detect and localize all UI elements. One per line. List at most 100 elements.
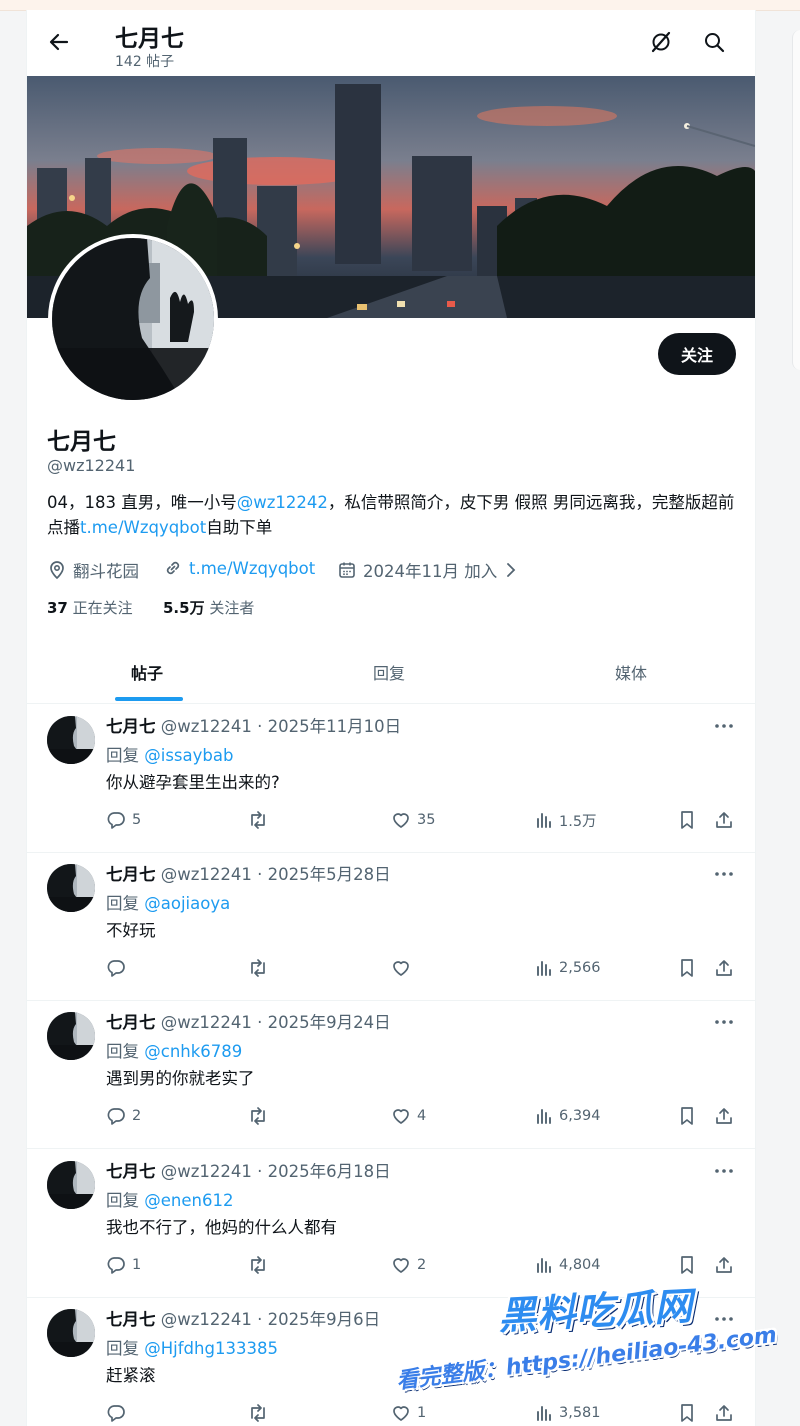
retweet-button[interactable] xyxy=(247,1402,275,1424)
tweet-author-name[interactable]: 七月七 xyxy=(106,1310,156,1329)
like-heart-icon xyxy=(393,1258,409,1273)
follow-button[interactable]: 关注 xyxy=(658,333,736,375)
reply-to-mention[interactable]: @issaybab xyxy=(144,746,233,765)
tweet-avatar[interactable] xyxy=(47,1161,95,1209)
tweet-handle-date[interactable]: @wz12241 · 2025年11月10日 xyxy=(161,717,401,736)
views-chart-icon xyxy=(537,1109,551,1124)
profile-tabs: 帖子 回复 媒体 xyxy=(27,640,755,704)
reply-to-mention[interactable]: @cnhk6789 xyxy=(144,1042,242,1061)
bookmark-button[interactable] xyxy=(678,957,702,979)
following-stat[interactable]: 37 正在关注 xyxy=(47,597,133,618)
retweet-icon xyxy=(251,1404,265,1422)
reply-button[interactable]: 5 xyxy=(106,809,141,831)
views-chart-icon xyxy=(537,1258,551,1273)
tweet-avatar[interactable] xyxy=(47,716,95,764)
reply-to-mention[interactable]: @enen612 xyxy=(144,1191,233,1210)
more-options-icon[interactable] xyxy=(713,718,735,732)
reply-button[interactable] xyxy=(106,957,132,979)
search-icon[interactable] xyxy=(702,30,726,54)
tab-replies[interactable]: 回复 xyxy=(373,660,405,684)
tweet-item[interactable]: 七月七 @wz12241 · 2025年9月24日 回复 @cnhk6789 遇到男… xyxy=(27,1000,755,1149)
share-icon xyxy=(716,1257,732,1273)
bookmark-button[interactable] xyxy=(678,1254,702,1276)
retweet-button[interactable] xyxy=(247,1105,275,1127)
followers-count: 5.5万 xyxy=(163,599,205,617)
bookmark-button[interactable] xyxy=(678,1402,702,1424)
profile-header: 七月七 142 帖子 xyxy=(27,10,755,75)
share-button[interactable] xyxy=(714,1402,740,1424)
tweet-handle-date[interactable]: @wz12241 · 2025年9月24日 xyxy=(161,1013,391,1032)
views-button[interactable]: 3,581 xyxy=(535,1402,601,1424)
more-options-icon[interactable] xyxy=(713,1014,735,1028)
more-options-icon[interactable] xyxy=(713,866,735,880)
tweet-author-name[interactable]: 七月七 xyxy=(106,1013,156,1032)
header-post-count: 142 帖子 xyxy=(115,54,175,70)
retweet-button[interactable] xyxy=(247,1254,275,1276)
views-button[interactable]: 6,394 xyxy=(535,1105,601,1127)
views-button[interactable]: 4,804 xyxy=(535,1254,601,1276)
share-button[interactable] xyxy=(714,1105,740,1127)
reply-button[interactable] xyxy=(106,1402,132,1424)
following-count: 37 xyxy=(47,599,68,617)
followers-label: 关注者 xyxy=(209,599,255,617)
tweet-avatar[interactable] xyxy=(47,1309,95,1357)
tweet-author-name[interactable]: 七月七 xyxy=(106,717,156,736)
bio-mention-link[interactable]: @wz12242 xyxy=(237,493,328,512)
retweet-button[interactable] xyxy=(247,809,275,831)
profile-location: 翻斗花园 xyxy=(47,558,139,582)
reply-to-mention[interactable]: @aojiaoya xyxy=(144,894,230,913)
reply-to-mention[interactable]: @Hjfdhg133385 xyxy=(144,1339,278,1358)
bio-telegram-link[interactable]: t.me/Wzqyqbot xyxy=(80,518,206,537)
tweet-author-name[interactable]: 七月七 xyxy=(106,865,156,884)
reply-icon xyxy=(107,1257,125,1274)
tweet-item[interactable]: 七月七 @wz12241 · 2025年6月18日 回复 @enen612 我也不行… xyxy=(27,1149,755,1298)
tweet-avatar[interactable] xyxy=(47,1012,95,1060)
tweet-handle-date[interactable]: @wz12241 · 2025年5月28日 xyxy=(161,865,391,884)
reply-button[interactable]: 1 xyxy=(106,1254,141,1276)
like-button[interactable]: 2 xyxy=(391,1254,426,1276)
tweet-header: 七月七 @wz12241 · 2025年9月24日 xyxy=(106,1009,391,1033)
views-button[interactable]: 2,566 xyxy=(535,957,601,979)
profile-avatar[interactable] xyxy=(48,234,218,404)
like-heart-icon xyxy=(393,961,409,976)
tab-media[interactable]: 媒体 xyxy=(615,660,647,684)
tab-posts[interactable]: 帖子 xyxy=(131,660,163,684)
tweet-header: 七月七 @wz12241 · 2025年5月28日 xyxy=(106,861,391,885)
grok-icon[interactable] xyxy=(649,30,673,54)
tweet-handle-date[interactable]: @wz12241 · 2025年6月18日 xyxy=(161,1162,391,1181)
tweet-item[interactable]: 七月七 @wz12241 · 2025年11月10日 回复 @issaybab 你从… xyxy=(27,704,755,853)
share-button[interactable] xyxy=(714,809,740,831)
like-button[interactable]: 1 xyxy=(391,1402,426,1424)
bio-text: 04，183 直男，唯一小号 xyxy=(47,493,237,512)
share-button[interactable] xyxy=(714,1254,740,1276)
like-button[interactable]: 4 xyxy=(391,1105,426,1127)
reply-count: 1 xyxy=(132,1257,142,1273)
bookmark-button[interactable] xyxy=(678,809,702,831)
website-link[interactable]: t.me/Wzqyqbot xyxy=(189,559,315,578)
reply-context: 回复 @Hjfdhg133385 xyxy=(106,1335,278,1359)
followers-stat[interactable]: 5.5万 关注者 xyxy=(163,597,254,618)
profile-website[interactable]: t.me/Wzqyqbot xyxy=(163,558,315,578)
location-text: 翻斗花园 xyxy=(73,562,139,581)
views-chart-icon xyxy=(537,1406,551,1421)
retweet-button[interactable] xyxy=(247,957,275,979)
more-options-icon[interactable] xyxy=(713,1163,735,1177)
reply-prefix: 回复 xyxy=(106,894,145,913)
like-heart-icon xyxy=(393,813,409,828)
reply-count: 2 xyxy=(132,1108,142,1124)
tweet-avatar[interactable] xyxy=(47,864,95,912)
following-label: 正在关注 xyxy=(72,599,133,617)
like-button[interactable]: 35 xyxy=(391,809,435,831)
reply-button[interactable]: 2 xyxy=(106,1105,141,1127)
view-count: 3,581 xyxy=(559,1405,601,1421)
views-button[interactable]: 1.5万 xyxy=(535,809,597,831)
tweet-item[interactable]: 七月七 @wz12241 · 2025年5月28日 回复 @aojiaoya 不好玩… xyxy=(27,852,755,1001)
chevron-right-icon[interactable] xyxy=(503,560,519,580)
back-arrow-icon[interactable] xyxy=(47,30,71,54)
tweet-handle-date[interactable]: @wz12241 · 2025年9月6日 xyxy=(161,1310,380,1329)
reply-context: 回复 @enen612 xyxy=(106,1187,233,1211)
tweet-author-name[interactable]: 七月七 xyxy=(106,1162,156,1181)
share-button[interactable] xyxy=(714,957,740,979)
like-button[interactable] xyxy=(391,957,417,979)
bookmark-button[interactable] xyxy=(678,1105,702,1127)
